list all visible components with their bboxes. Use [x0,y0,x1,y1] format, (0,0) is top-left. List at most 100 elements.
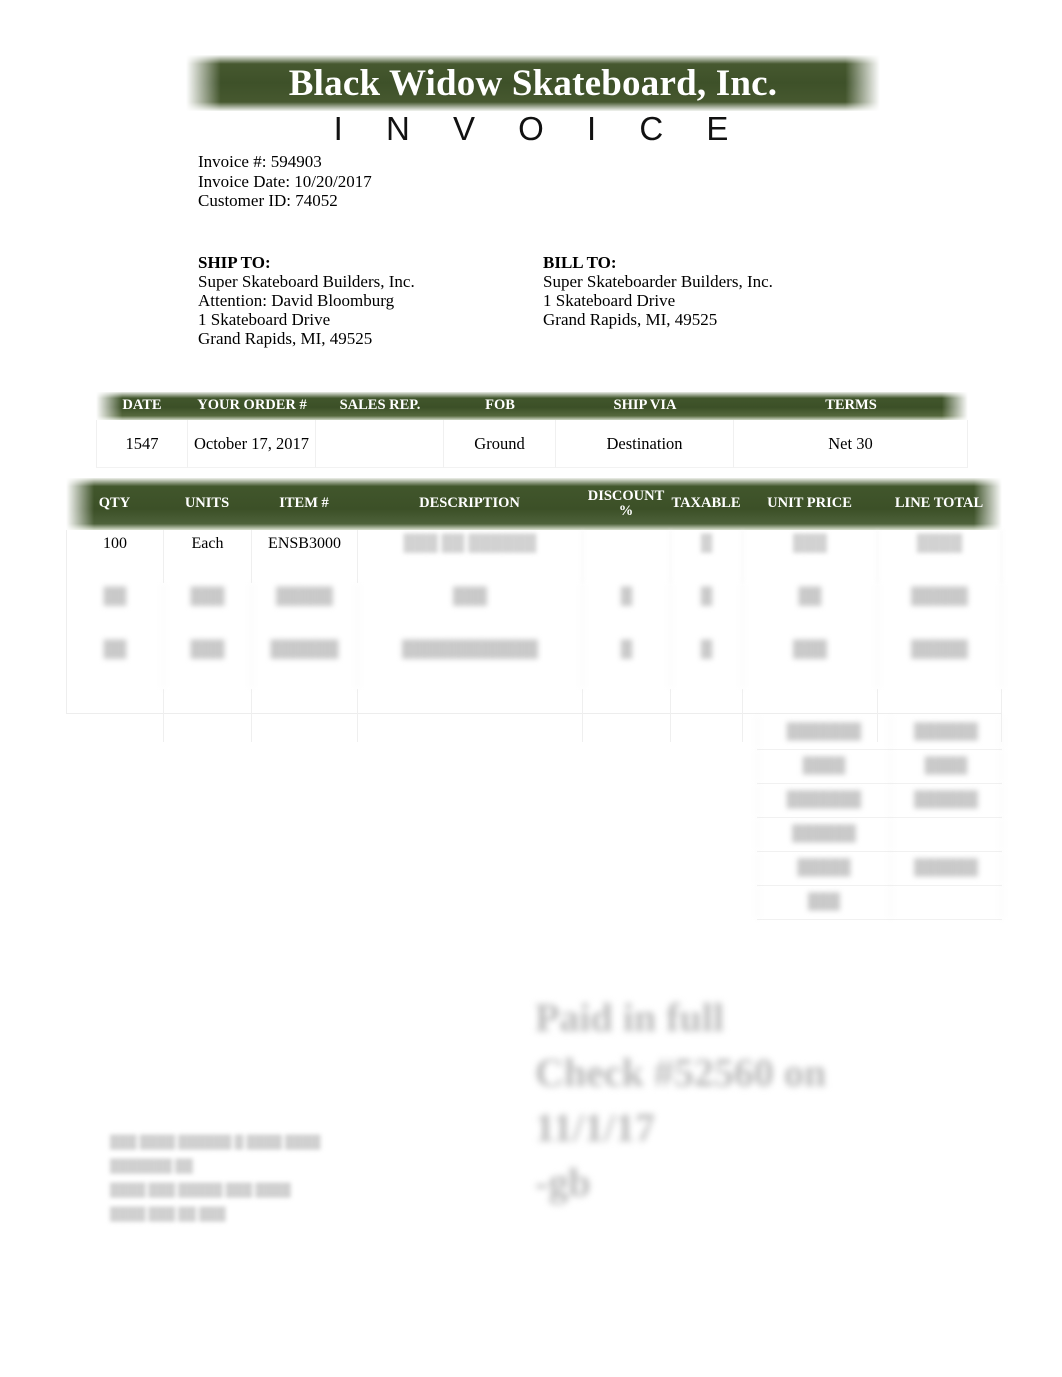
header-qty: QTY [98,495,131,512]
cell-qty: ██ [67,636,164,689]
cell-description: ████████████ [358,636,583,689]
annotation-line-2: Check #52560 on [535,1050,827,1095]
cell-description: ███ ██ ██████ [358,530,583,583]
totals-value: ██████ [891,784,1002,817]
value-sales-rep [316,420,444,468]
footer-line-1: ███ ████ ██████ █ ████ ████ [110,1135,321,1149]
header-item-number: ITEM # [279,495,329,512]
cell-taxable: █ [671,636,743,689]
cell-taxable: █ [671,583,743,636]
shipping-info-value-row: 1547 October 17, 2017 Ground Destination… [96,420,968,468]
cell-discount: █ [583,583,671,636]
value-ship-via: Destination [556,420,734,468]
header-description: DESCRIPTION [419,495,520,512]
footer-line-4: ████ ███ ██ ███ [110,1207,226,1221]
totals-value: ████ [891,750,1002,783]
cell-unit-price: ██ [743,583,878,636]
table-row: ██ ███ █████ ███ █ █ ██ █████ [67,583,1002,636]
totals-label: ███████ [757,716,891,749]
header-fob: FOB [485,397,515,414]
cell-taxable: █ [671,530,743,583]
header-ship-via: SHIP VIA [613,397,677,414]
ship-to-block: SHIP TO: Super Skateboard Builders, Inc.… [198,253,415,348]
cell-description: ███ [358,583,583,636]
bill-to-line-2: 1 Skateboard Drive [543,291,676,310]
totals-label: ███████ [757,784,891,817]
cell-qty: 100 [67,530,164,583]
bill-to-line-1: Super Skateboarder Builders, Inc. [543,272,773,291]
cell-line-total: █████ [878,636,1002,689]
cell-taxable-empty [671,689,743,742]
table-row: ██ ███ ██████ ████████████ █ █ ███ █████ [67,636,1002,689]
header-sales-rep: SALES REP. [339,397,421,414]
bill-to-heading: BILL TO: [543,253,617,272]
cell-qty: ██ [67,583,164,636]
footer-note: ███ ████ ██████ █ ████ ████ ███████ ██ █… [110,1130,410,1226]
customer-id: Customer ID: 74052 [198,191,338,210]
cell-units-empty [164,689,252,742]
totals-row: ███████ ██████ [757,716,1002,750]
totals-block: ███████ ██████ ████ ████ ███████ ██████ … [757,716,1002,920]
cell-units: Each [164,530,252,583]
cell-qty-empty [67,689,164,742]
cell-item-number: █████ [252,583,358,636]
line-items-header-row: QTY UNITS ITEM # DESCRIPTION DISCOUNT % … [66,478,1002,530]
totals-label: ██████ [757,818,891,851]
cell-unit-price: ███ [743,636,878,689]
value-terms: Net 30 [734,420,968,468]
totals-label: ███ [757,886,891,919]
ship-to-heading: SHIP TO: [198,253,271,272]
cell-item-number: ██████ [252,636,358,689]
value-date: 1547 [96,420,188,468]
value-your-order: October 17, 2017 [188,420,316,468]
cell-item-number-empty [252,689,358,742]
totals-value [891,886,1002,919]
header-your-order: YOUR ORDER # [197,397,307,414]
header-terms: TERMS [825,397,877,414]
ship-to-line-1: Super Skateboard Builders, Inc. [198,272,415,291]
totals-row: ████ ████ [757,750,1002,784]
cell-item-number: ENSB3000 [252,530,358,583]
cell-units: ███ [164,583,252,636]
footer-line-2: ███████ ██ [110,1159,193,1173]
totals-value: ██████ [891,852,1002,885]
invoice-date: Invoice Date: 10/20/2017 [198,171,372,191]
header-date: DATE [122,397,162,414]
shipping-info-table: DATE YOUR ORDER # SALES REP. FOB SHIP VI… [96,392,968,468]
company-name-banner: Black Widow Skateboard, Inc. [186,55,880,111]
line-items-body: 100 Each ENSB3000 ███ ██ ██████ █ ███ ██… [66,530,1002,742]
table-row: 100 Each ENSB3000 ███ ██ ██████ █ ███ ██… [67,530,1002,583]
cell-unit-price: ███ [743,530,878,583]
totals-label: ████ [757,750,891,783]
cell-discount: █ [583,636,671,689]
totals-row: ███████ ██████ [757,784,1002,818]
page-title: I N V O I C E [333,110,746,147]
header-unit-price: UNIT PRICE [767,495,852,512]
line-items-table: QTY UNITS ITEM # DESCRIPTION DISCOUNT % … [66,478,1002,742]
cell-discount [583,530,671,583]
header-units: UNITS [184,495,230,512]
ship-to-line-3: 1 Skateboard Drive [198,310,331,329]
annotation-line-4: -gb [535,1160,591,1205]
invoice-number: Invoice #: 594903 [198,152,322,171]
cell-line-total: ████ [878,530,1002,583]
totals-row: █████ ██████ [757,852,1002,886]
shipping-info-header-row: DATE YOUR ORDER # SALES REP. FOB SHIP VI… [96,392,968,420]
company-name: Black Widow Skateboard, Inc. [288,62,778,104]
totals-value [891,818,1002,851]
header-discount: DISCOUNT % [587,487,665,519]
totals-row: ███ [757,886,1002,920]
paid-stamp-annotation: Paid in full Check #52560 on 11/1/17 -gb [535,990,955,1210]
totals-row: ██████ [757,818,1002,852]
invoice-meta-block: Invoice #: 594903 Invoice Date: 10/20/20… [198,152,372,211]
annotation-line-1: Paid in full [535,995,724,1040]
value-fob: Ground [444,420,556,468]
annotation-line-3: 11/1/17 [535,1105,656,1150]
bill-to-block: BILL TO: Super Skateboarder Builders, In… [543,253,773,329]
totals-value: ██████ [891,716,1002,749]
header-line-total: LINE TOTAL [894,495,984,512]
cell-units: ███ [164,636,252,689]
footer-line-3: ████ ███ █████ ███ ████ [110,1183,291,1197]
ship-to-line-4: Grand Rapids, MI, 49525 [198,329,373,348]
header-taxable: TAXABLE [671,495,741,512]
